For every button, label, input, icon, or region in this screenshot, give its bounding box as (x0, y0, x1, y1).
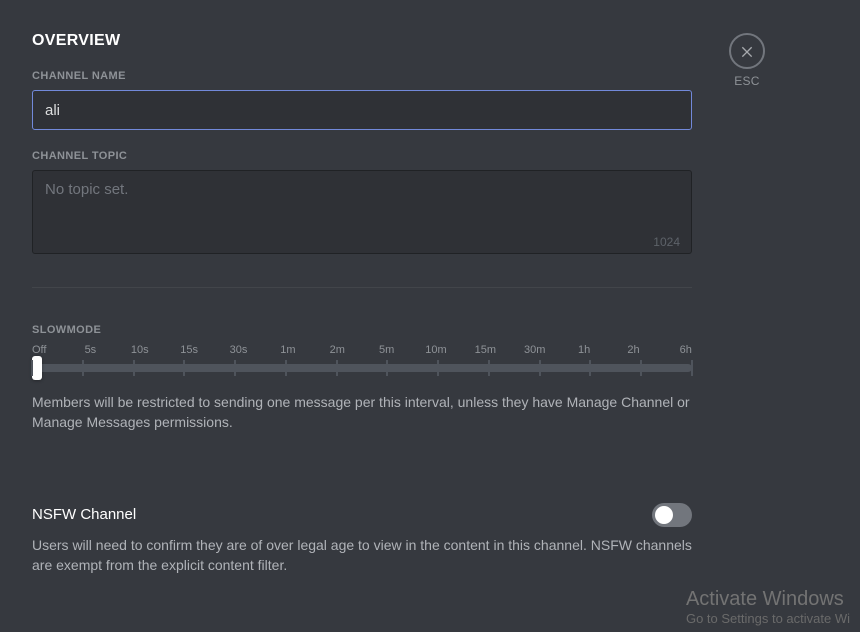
slowmode-tick-label: 15m (472, 344, 498, 356)
nsfw-description: Users will need to confirm they are of o… (32, 535, 692, 576)
page-title: OVERVIEW (32, 32, 680, 50)
slowmode-tick (234, 360, 236, 376)
close-area: ESC (729, 33, 765, 88)
nsfw-row: NSFW Channel (32, 503, 692, 527)
channel-name-label: CHANNEL NAME (32, 70, 680, 82)
nsfw-toggle[interactable] (652, 503, 692, 527)
slowmode-tick-label: 5s (77, 344, 103, 356)
slowmode-tick-label: 15s (176, 344, 202, 356)
channel-topic-field: CHANNEL TOPIC 1024 (32, 150, 680, 259)
channel-name-input[interactable] (32, 90, 692, 130)
char-count: 1024 (653, 235, 680, 249)
slowmode-label: SLOWMODE (32, 324, 692, 336)
slowmode-tick (437, 360, 439, 376)
close-label: ESC (729, 74, 765, 88)
channel-name-field: CHANNEL NAME (32, 70, 680, 130)
slowmode-tick-label: 10s (127, 344, 153, 356)
slowmode-tick-label: 30m (522, 344, 548, 356)
slowmode-tick (640, 360, 642, 376)
slowmode-tick-label: 1h (571, 344, 597, 356)
slowmode-tick (336, 360, 338, 376)
slowmode-tick (285, 360, 287, 376)
divider (32, 287, 692, 288)
close-button[interactable] (729, 33, 765, 69)
slowmode-tick (31, 360, 33, 376)
nsfw-title: NSFW Channel (32, 506, 136, 523)
slowmode-tick-label: 2m (324, 344, 350, 356)
slowmode-tick-label: Off (32, 344, 54, 356)
slowmode-tick-label: 1m (275, 344, 301, 356)
slowmode-slider[interactable] (32, 364, 692, 372)
channel-topic-input[interactable] (32, 170, 692, 254)
slowmode-tick (539, 360, 541, 376)
slowmode-tick (589, 360, 591, 376)
toggle-knob (655, 506, 673, 524)
slowmode-tick-label: 30s (226, 344, 252, 356)
slowmode-tick (386, 360, 388, 376)
slowmode-slider-thumb[interactable] (32, 356, 42, 380)
slowmode-tick (691, 360, 693, 376)
windows-watermark: Activate Windows Go to Settings to activ… (686, 588, 850, 626)
slowmode-description: Members will be restricted to sending on… (32, 392, 692, 433)
close-icon (739, 43, 755, 59)
slowmode-section: SLOWMODE Off 5s 10s 15s 30s 1m 2m 5m 10m 15m 30m 1h… (32, 324, 692, 433)
slowmode-tick (82, 360, 84, 376)
slowmode-tick-label: 2h (621, 344, 647, 356)
slowmode-tick (488, 360, 490, 376)
slowmode-tick-labels: Off 5s 10s 15s 30s 1m 2m 5m 10m 15m 30m 1h 2h 6h (32, 344, 692, 356)
slowmode-tick (133, 360, 135, 376)
channel-topic-label: CHANNEL TOPIC (32, 150, 680, 162)
slowmode-tick-label: 6h (670, 344, 692, 356)
slowmode-tick-label: 10m (423, 344, 449, 356)
slowmode-tick (183, 360, 185, 376)
slowmode-tick-label: 5m (374, 344, 400, 356)
